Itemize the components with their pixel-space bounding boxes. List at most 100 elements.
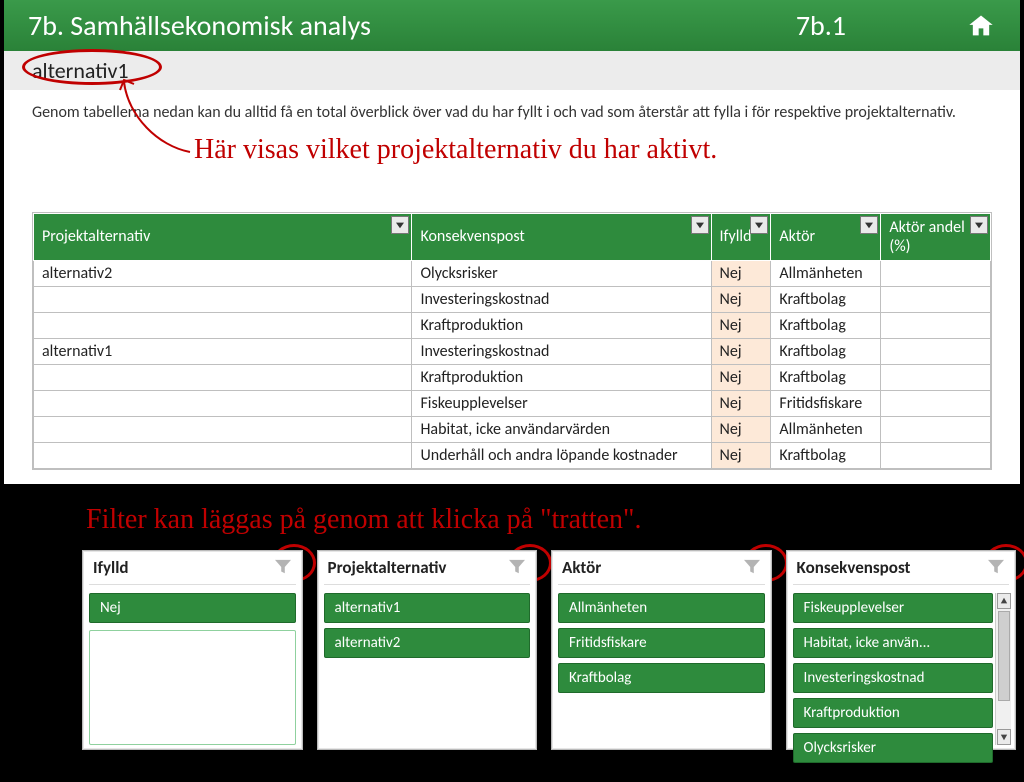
cell-ifylld: Nej [711,338,771,364]
cell-andel [881,312,991,338]
col-label: Aktör andel (%) [889,218,964,256]
slicer-item[interactable]: Habitat, icke använ... [793,628,993,658]
slicer: Ifylld Nej [82,550,303,750]
col-label: Ifylld [720,227,752,246]
slicer-item[interactable]: Olycksrisker [793,733,993,763]
scroll-down-icon[interactable] [997,729,1011,745]
col-aktor-andel[interactable]: Aktör andel (%) [881,213,991,260]
table-row: FiskeupplevelserNejFritidsfiskare [34,390,991,416]
slicer-body: Fiskeupplevelser Habitat, icke använ... In… [793,593,1009,745]
funnel-icon[interactable] [506,558,528,576]
table-row: InvesteringskostnadNejKraftbolag [34,286,991,312]
table-row: KraftproduktionNejKraftbolag [34,364,991,390]
cell-kons: Kraftproduktion [412,312,711,338]
main-panel: 7b. Samhällsekonomisk analys 7b.1 altern… [4,0,1020,484]
slicer: Projektalternativ alternativ1 alternativ2 [317,550,538,750]
cell-andel [881,286,991,312]
slicer-item[interactable]: Kraftbolag [558,663,765,693]
slicer-item[interactable]: Fritidsfiskare [558,628,765,658]
slicer-header: Konsekvenspost [793,557,1009,585]
slicer-item[interactable]: Fiskeupplevelser [793,593,993,623]
col-aktor[interactable]: Aktör [771,213,881,260]
scroll-thumb[interactable] [998,611,1010,701]
cell-aktor: Allmänheten [771,260,881,286]
cell-ifylld: Nej [711,364,771,390]
cell-andel [881,260,991,286]
slicer-item[interactable]: Kraftproduktion [793,698,993,728]
col-label: Konsekvenspost [420,227,524,246]
chevron-down-icon[interactable] [860,216,878,234]
cell-aktor: Kraftbolag [771,286,881,312]
col-ifylld[interactable]: Ifylld [711,213,771,260]
cell-ifylld: Nej [711,286,771,312]
table-row: alternativ1InvesteringskostnadNejKraftbo… [34,338,991,364]
col-projektalternativ[interactable]: Projektalternativ [34,213,412,260]
chevron-down-icon[interactable] [750,216,768,234]
annotation-mid: Filter kan läggas på genom att klicka på… [0,484,1024,546]
slicer-title: Projektalternativ [328,557,447,578]
col-label: Projektalternativ [42,227,150,246]
cell-aktor: Kraftbolag [771,312,881,338]
cell-andel [881,416,991,442]
cell-kons: Olycksrisker [412,260,711,286]
slicer-title: Konsekvenspost [797,557,911,578]
col-label: Aktör [779,227,815,246]
page-title: 7b. Samhällsekonomisk analys [28,8,371,43]
cell-aktor: Kraftbolag [771,338,881,364]
scroll-up-icon[interactable] [997,593,1011,609]
funnel-icon[interactable] [741,558,763,576]
annotation-mid-text: Filter kan läggas på genom att klicka på… [86,504,641,535]
slicer-item[interactable]: Investeringskostnad [793,663,993,693]
table-header: Projektalternativ Konsekvenspost Ifylld … [34,213,991,260]
annotation-top-text: Här visas vilket projektalternativ du ha… [194,134,717,165]
funnel-icon[interactable] [985,558,1007,576]
col-konsekvenspost[interactable]: Konsekvenspost [412,213,711,260]
table-row: alternativ2OlycksriskerNejAllmänheten [34,260,991,286]
cell-kons: Habitat, icke användarvärden [412,416,711,442]
slicer-body: alternativ1 alternativ2 [324,593,531,745]
active-alternative-bar: alternativ1 [4,51,1020,90]
slicer-header: Aktör [558,557,765,585]
chevron-down-icon[interactable] [691,216,709,234]
annotation-top: Här visas vilket projektalternativ du ha… [4,130,1020,184]
chevron-down-icon[interactable] [970,216,988,234]
cell-proj [34,442,412,468]
slicer-title: Aktör [562,557,601,578]
table-row: Habitat, icke användarvärdenNejAllmänhet… [34,416,991,442]
cell-ifylld: Nej [711,312,771,338]
slicer-empty-area [89,630,296,745]
cell-aktor: Kraftbolag [771,442,881,468]
page-code: 7b.1 [796,8,846,43]
slicer-item[interactable]: Nej [89,593,296,623]
slicer-item[interactable]: Allmänheten [558,593,765,623]
cell-proj [34,364,412,390]
cell-andel [881,338,991,364]
cell-ifylld: Nej [711,260,771,286]
slicer-body: Allmänheten Fritidsfiskare Kraftbolag [558,593,765,745]
cell-aktor: Kraftbolag [771,364,881,390]
scrollbar[interactable] [995,593,1011,745]
cell-kons: Investeringskostnad [412,286,711,312]
slicer: Konsekvenspost Fiskeupplevelser Habitat, i… [786,550,1016,750]
overview-table: Projektalternativ Konsekvenspost Ifylld … [32,212,992,470]
cell-ifylld: Nej [711,442,771,468]
slicer-item[interactable]: alternativ1 [324,593,531,623]
slicer-item[interactable]: alternativ2 [324,628,531,658]
cell-proj [34,286,412,312]
slicers-row: IfylldNejProjektalternativalternativ1alt… [82,550,1016,750]
cell-proj [34,416,412,442]
cell-aktor: Fritidsfiskare [771,390,881,416]
slicer-header: Projektalternativ [324,557,531,585]
cell-ifylld: Nej [711,390,771,416]
cell-kons: Kraftproduktion [412,364,711,390]
cell-kons: Investeringskostnad [412,338,711,364]
cell-proj: alternativ1 [34,338,412,364]
cell-andel [881,390,991,416]
chevron-down-icon[interactable] [391,216,409,234]
cell-andel [881,442,991,468]
home-icon[interactable] [966,12,996,40]
cell-proj: alternativ2 [34,260,412,286]
slicer-title: Ifylld [93,557,129,578]
funnel-icon[interactable] [272,558,294,576]
slicer: Aktör Allmänheten Fritidsfiskare Kraftbolag [551,550,772,750]
